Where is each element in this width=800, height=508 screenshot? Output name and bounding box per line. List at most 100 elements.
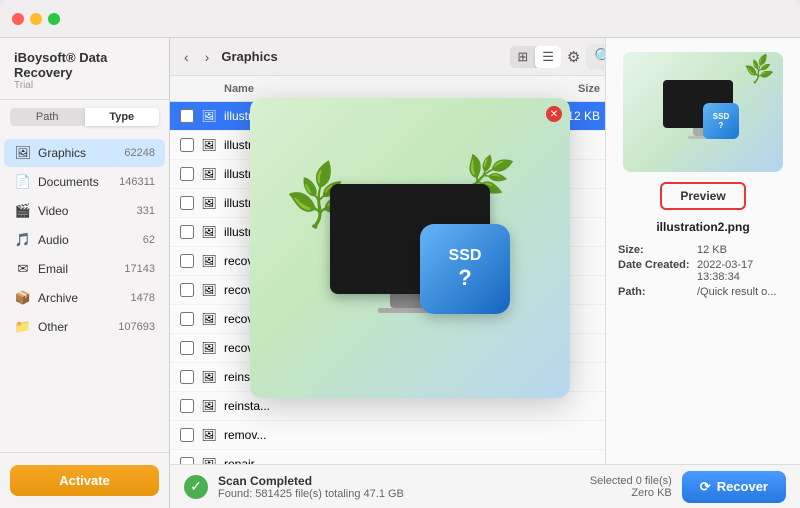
- ssd-label: SSD: [713, 112, 729, 121]
- selected-size: Zero KB: [590, 487, 672, 499]
- sidebar-label-documents: Documents: [38, 175, 119, 189]
- size-value: 12 KB: [697, 244, 727, 256]
- sidebar-item-documents[interactable]: 📄 Documents 146311: [4, 168, 165, 196]
- recover-button[interactable]: ⟳ Recover: [682, 471, 786, 503]
- file-checkbox[interactable]: [180, 167, 194, 181]
- sidebar-label-archive: Archive: [38, 291, 131, 305]
- file-checkbox[interactable]: [180, 254, 194, 268]
- file-checkbox[interactable]: [180, 196, 194, 210]
- file-checkbox[interactable]: [180, 283, 194, 297]
- overlay-ssd-question: ?: [458, 265, 471, 291]
- file-checkbox[interactable]: [180, 341, 194, 355]
- sidebar-count-documents: 146311: [119, 176, 155, 188]
- view-grid-button[interactable]: ⊞: [510, 46, 535, 68]
- tab-type[interactable]: Type: [85, 108, 160, 126]
- file-type-icon: 🖼: [200, 223, 218, 241]
- file-type-icon: 🖼: [200, 281, 218, 299]
- app-title: iBoysoft® Data Recovery: [14, 50, 155, 80]
- path-label: Path:: [618, 286, 693, 298]
- view-list-button[interactable]: ☰: [535, 46, 561, 68]
- back-button[interactable]: ‹: [180, 47, 193, 67]
- overlay-mac-screen: SSD ?: [330, 184, 490, 294]
- overlay-ssd-badge: SSD ?: [420, 224, 510, 314]
- sidebar-item-audio[interactable]: 🎵 Audio 62: [4, 226, 165, 254]
- file-type-icon: 🖼: [200, 194, 218, 212]
- audio-icon: 🎵: [14, 231, 32, 249]
- maximize-button[interactable]: [48, 13, 60, 25]
- sidebar-item-archive[interactable]: 📦 Archive 1478: [4, 284, 165, 312]
- preview-thumbnail: 🌿 SSD ?: [623, 52, 783, 172]
- activate-button[interactable]: Activate: [10, 465, 159, 496]
- scan-status-icon: ✓: [184, 475, 208, 499]
- sidebar-item-graphics[interactable]: 🖼 Graphics 62248: [4, 139, 165, 167]
- overlay-mac: SSD ?: [330, 184, 490, 313]
- sidebar-count-video: 331: [137, 205, 155, 217]
- overlay-content: 🌿 🌿 SSD ?: [300, 148, 520, 348]
- file-type-icon: 🖼: [200, 310, 218, 328]
- date-label: Date Created:: [618, 259, 693, 283]
- preview-button[interactable]: Preview: [660, 182, 745, 210]
- sidebar-label-graphics: Graphics: [38, 146, 124, 160]
- file-checkbox[interactable]: [180, 399, 194, 413]
- preview-panel: 🌿 SSD ? Preview illustration2.png: [605, 38, 800, 464]
- minimize-button[interactable]: [30, 13, 42, 25]
- recover-icon: ⟳: [700, 479, 711, 495]
- preview-date-row: Date Created: 2022-03-17 13:38:34: [618, 259, 788, 283]
- file-type-icon: 🖼: [200, 339, 218, 357]
- sidebar-header: iBoysoft® Data Recovery Trial: [0, 38, 169, 100]
- file-type-icon: 🖼: [200, 165, 218, 183]
- sidebar: iBoysoft® Data Recovery Trial Path Type …: [0, 38, 170, 508]
- file-checkbox[interactable]: [180, 138, 194, 152]
- recover-label: Recover: [717, 479, 768, 494]
- selected-info: Selected 0 file(s) Zero KB: [590, 475, 672, 499]
- scan-status-text: Scan Completed: [218, 474, 404, 488]
- forward-button[interactable]: ›: [201, 47, 214, 67]
- sidebar-label-other: Other: [38, 320, 118, 334]
- leaf-decoration: 🌿: [742, 53, 777, 87]
- documents-icon: 📄: [14, 173, 32, 191]
- file-checkbox[interactable]: [180, 312, 194, 326]
- date-value: 2022-03-17 13:38:34: [697, 259, 788, 283]
- filter-button[interactable]: ⚙: [567, 48, 580, 66]
- file-checkbox[interactable]: [180, 428, 194, 442]
- email-icon: ✉: [14, 260, 32, 278]
- preview-path-row: Path: /Quick result o...: [618, 286, 788, 298]
- file-checkbox[interactable]: [180, 225, 194, 239]
- breadcrumb: Graphics: [221, 49, 502, 64]
- tab-path[interactable]: Path: [10, 108, 85, 126]
- sidebar-count-email: 17143: [124, 263, 155, 275]
- file-type-icon: 🖼: [200, 368, 218, 386]
- bottom-bar: ✓ Scan Completed Found: 581425 file(s) t…: [170, 464, 800, 508]
- traffic-lights: [12, 13, 60, 25]
- file-type-icon: 🖼: [200, 397, 218, 415]
- file-type-icon: 🖼: [200, 455, 218, 464]
- main-content: ‹ › Graphics ⊞ ☰ ⚙ 🔍 📷 🔑 ?: [170, 38, 800, 508]
- path-value: /Quick result o...: [697, 286, 776, 298]
- sidebar-item-other[interactable]: 📁 Other 107693: [4, 313, 165, 341]
- file-checkbox[interactable]: [180, 457, 194, 464]
- overlay-close-button[interactable]: ✕: [546, 106, 562, 122]
- file-type-icon: 🖼: [200, 426, 218, 444]
- file-type-icon: 🖼: [200, 107, 218, 125]
- video-icon: 🎬: [14, 202, 32, 220]
- archive-icon: 📦: [14, 289, 32, 307]
- sidebar-count-archive: 1478: [131, 292, 155, 304]
- sidebar-label-video: Video: [38, 204, 137, 218]
- size-label: Size:: [618, 244, 693, 256]
- scan-status-sub: Found: 581425 file(s) totaling 47.1 GB: [218, 488, 404, 500]
- sidebar-item-video[interactable]: 🎬 Video 331: [4, 197, 165, 225]
- close-button[interactable]: [12, 13, 24, 25]
- sidebar-item-email[interactable]: ✉ Email 17143: [4, 255, 165, 283]
- scan-status-text-group: Scan Completed Found: 581425 file(s) tot…: [218, 474, 404, 500]
- ssd-badge: SSD ?: [703, 103, 739, 139]
- header-size: Size: [520, 83, 600, 95]
- preview-meta: Size: 12 KB Date Created: 2022-03-17 13:…: [618, 244, 788, 301]
- sidebar-list: 🖼 Graphics 62248 📄 Documents 146311 🎬 Vi…: [0, 134, 169, 452]
- other-icon: 📁: [14, 318, 32, 336]
- selected-files: Selected 0 file(s): [590, 475, 672, 487]
- sidebar-label-email: Email: [38, 262, 124, 276]
- file-checkbox[interactable]: [180, 370, 194, 384]
- file-checkbox[interactable]: [180, 109, 194, 123]
- app-subtitle: Trial: [14, 80, 155, 91]
- mac-illustration: SSD ?: [663, 80, 743, 145]
